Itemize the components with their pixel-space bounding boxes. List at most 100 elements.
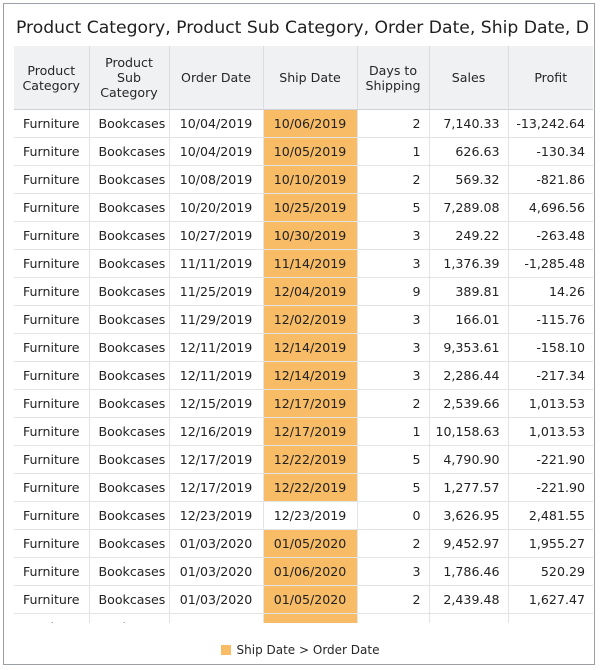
cell-ship-date: 10/25/2019 [263,193,358,222]
cell-days-to-shipping: 2 [357,165,430,194]
cell-product-sub-category: Bookcases [89,473,170,502]
table-row[interactable]: Furniture Bookcases 01/03/2020 01/06/2020 3 1… [14,557,593,586]
cell-profit: -221.90 [508,473,593,502]
cell-profit: 4,696.56 [508,193,593,222]
cell-profit: -1,285.48 [508,249,593,278]
cell-days-to-shipping: 3 [357,305,430,334]
cell-sales: 389.81 [429,277,509,306]
table-row[interactable]: Furniture Bookcases 01/03/2020 01/05/2020 2 2… [14,585,593,614]
column-header-product-sub-category[interactable]: Product Sub Category [89,46,170,110]
cell-days-to-shipping: 2 [357,389,430,418]
data-table: Product Category Product Sub Category Or… [14,46,593,623]
column-header-ship-date[interactable]: Ship Date [263,46,358,110]
cell-product-category: Furniture [14,305,90,334]
cell-days-to-shipping: 3 [357,557,430,586]
cell-profit: 1,627.47 [508,585,593,614]
cell-product-sub-category: Bookcases [89,333,170,362]
cell-days-to-shipping: 9 [357,277,430,306]
table-row[interactable]: Furniture Bookcases 01/03/2020 01/05/2020 2 9… [14,529,593,558]
table-body: Furniture Bookcases 10/04/2019 10/06/2019 2 7… [14,109,593,623]
cell-sales: 10,158.63 [429,417,509,446]
table-row[interactable]: Furniture Bookcases 10/04/2019 10/05/2019 1 6… [14,137,593,166]
cell-profit: -115.76 [508,305,593,334]
table-row[interactable]: Furniture Bookcases 12/16/2019 12/17/2019 1 1… [14,417,593,446]
cell-order-date: 12/11/2019 [169,333,264,362]
table-row[interactable]: Furniture Bookcases 12/17/2019 12/22/2019 5 4… [14,445,593,474]
cell-order-date: 12/16/2019 [169,417,264,446]
cell-order-date: 01/03/2020 [169,557,264,586]
column-header-profit[interactable]: Profit [508,46,593,110]
cell-ship-date: 12/14/2019 [263,361,358,390]
cell-days-to-shipping: 3 [357,249,430,278]
cell-order-date: 12/15/2019 [169,389,264,418]
cell-days-to-shipping: 3 [357,361,430,390]
table-row[interactable]: Furniture Bookcases 12/11/2019 12/14/2019 3 9… [14,333,593,362]
cell-sales: 9,452.97 [429,529,509,558]
table-row[interactable]: Furniture Bookcases 10/04/2019 10/06/2019 2 7… [14,109,593,138]
cell-product-sub-category: Bookcases [89,249,170,278]
cell-product-category: Furniture [14,529,90,558]
cell-profit: -217.34 [508,361,593,390]
cell-ship-date: 10/05/2019 [263,137,358,166]
cell-profit: -158.10 [508,333,593,362]
legend: Ship Date > Order Date [4,643,596,657]
report-title: Product Category, Product Sub Category, … [16,18,588,38]
cell-product-sub-category: Bookcases [89,109,170,138]
cell-days-to-shipping: 5 [357,445,430,474]
cell-days-to-shipping: 2 [357,585,430,614]
cell-product-category: Furniture [14,333,90,362]
cell-sales: 626.63 [429,137,509,166]
cell-product-sub-category: Bookcases [89,361,170,390]
cell-ship-date: 10/30/2019 [263,221,358,250]
cell-order-date: 10/04/2019 [169,137,264,166]
table-header-row: Product Category Product Sub Category Or… [14,46,593,110]
cell-sales: 166.01 [429,305,509,334]
cell-product-sub-category: Bookcases [89,585,170,614]
cell-product-category: Furniture [14,473,90,502]
cell-profit: -13,242.64 [508,109,593,138]
cell-order-date: 11/25/2019 [169,277,264,306]
column-header-product-category[interactable]: Product Category [14,46,90,110]
column-header-order-date[interactable]: Order Date [169,46,264,110]
table-row[interactable]: Furniture Bookcases 12/11/2019 12/14/2019 3 2… [14,361,593,390]
cell-product-sub-category: Bookcases [89,305,170,334]
cell-ship-date: 12/17/2019 [263,417,358,446]
cell-product-category: Furniture [14,193,90,222]
cell-order-date: 01/11/2020 [169,613,264,623]
cell-product-category: Furniture [14,417,90,446]
cell-product-sub-category: Bookcases [89,221,170,250]
table-row[interactable]: Furniture Bookcases 10/27/2019 10/30/2019 3 2… [14,221,593,250]
cell-sales: 569.32 [429,165,509,194]
cell-order-date: 10/04/2019 [169,109,264,138]
cell-order-date: 12/17/2019 [169,473,264,502]
cell-ship-date: 01/17/2020 [263,613,358,623]
cell-order-date: 01/03/2020 [169,529,264,558]
cell-product-sub-category: Bookcases [89,613,170,623]
table-row[interactable]: Furniture Bookcases 11/29/2019 12/02/2019 3 1… [14,305,593,334]
cell-ship-date: 01/06/2020 [263,557,358,586]
table-row[interactable]: Furniture Bookcases 11/25/2019 12/04/2019 9 3… [14,277,593,306]
data-table-viewport[interactable]: Product Category Product Sub Category Or… [14,46,593,623]
table-row[interactable]: Furniture Bookcases 12/23/2019 12/23/2019 0 3… [14,501,593,530]
cell-ship-date: 12/22/2019 [263,445,358,474]
table-row[interactable]: Furniture Bookcases 10/08/2019 10/10/2019 2 5… [14,165,593,194]
cell-product-category: Furniture [14,249,90,278]
table-row[interactable]: FurnitureBookcases01/11/202001/17/202067… [14,613,593,623]
cell-sales: 249.22 [429,221,509,250]
cell-profit: 520.29 [508,557,593,586]
table-row[interactable]: Furniture Bookcases 12/15/2019 12/17/2019 2 2… [14,389,593,418]
cell-profit: 1,013.53 [508,417,593,446]
cell-product-category: Furniture [14,445,90,474]
cell-order-date: 12/23/2019 [169,501,264,530]
table-row[interactable]: Furniture Bookcases 10/20/2019 10/25/2019 5 7… [14,193,593,222]
cell-product-sub-category: Bookcases [89,165,170,194]
cell-ship-date: 12/17/2019 [263,389,358,418]
table-row[interactable]: Furniture Bookcases 12/17/2019 12/22/2019 5 1… [14,473,593,502]
table-row[interactable]: Furniture Bookcases 11/11/2019 11/14/2019 3 1… [14,249,593,278]
cell-product-category: Furniture [14,557,90,586]
cell-product-category: Furniture [14,613,90,623]
column-header-days-to-shipping[interactable]: Days to Shipping [357,46,430,110]
cell-sales: 9,353.61 [429,333,509,362]
cell-order-date: 10/27/2019 [169,221,264,250]
column-header-sales[interactable]: Sales [429,46,509,110]
